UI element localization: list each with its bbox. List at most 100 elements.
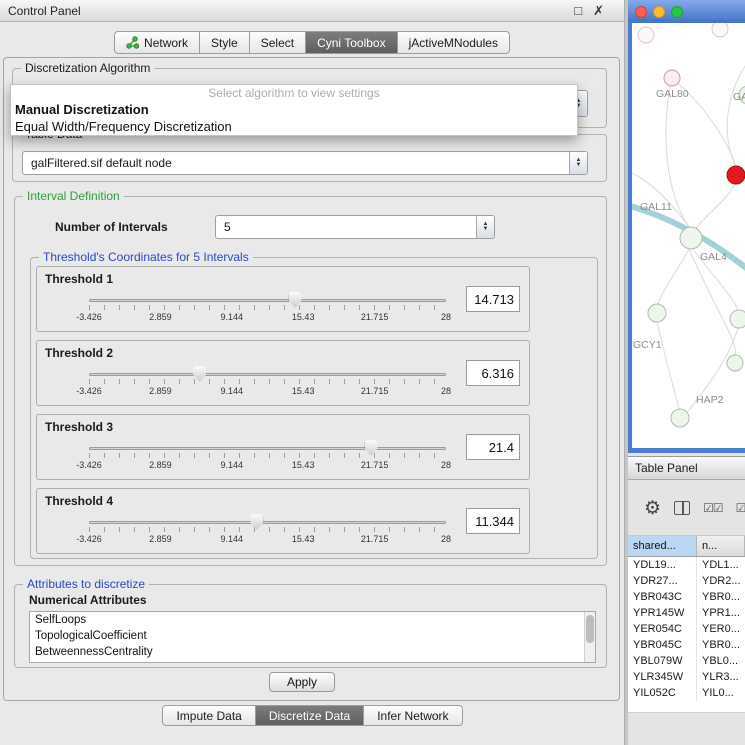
table-row[interactable]: YDR27...YDR2... — [628, 573, 745, 589]
network-icon — [126, 36, 139, 49]
node[interactable] — [730, 310, 745, 328]
tab-label: Cyni Toolbox — [317, 36, 385, 50]
column-header-name[interactable]: n... — [697, 536, 745, 556]
bottom-tab-bar: Impute Data Discretize Data Infer Networ… — [0, 705, 625, 726]
table-cell: YER054C — [628, 621, 697, 637]
table-toolbar: ⚙ ☑☑ ☑ — [628, 481, 745, 536]
threshold-slider[interactable]: -3.4262.8599.14415.4321.71528 — [89, 439, 446, 477]
table-cell: YBR0... — [697, 589, 745, 605]
tab-infer-network[interactable]: Infer Network — [364, 705, 462, 726]
float-window-icon[interactable]: □ — [574, 4, 582, 17]
node-gal4[interactable] — [680, 227, 702, 249]
table-row[interactable]: YBL079WYBL0... — [628, 653, 745, 669]
threshold-value-field[interactable]: 14.713 — [466, 286, 520, 312]
table-row[interactable]: YBR045CYBR0... — [628, 637, 745, 653]
slider-tick-label: 21.715 — [361, 534, 389, 544]
table-cell: YDL19... — [628, 557, 697, 573]
gear-icon[interactable]: ⚙ — [644, 499, 661, 518]
table-row[interactable]: YPR145WYPR1... — [628, 605, 745, 621]
table-row[interactable]: YIL052CYIL0... — [628, 685, 745, 701]
threshold-value-field[interactable]: 21.4 — [466, 434, 520, 460]
table-cell: YBR0... — [697, 637, 745, 653]
tab-label: Style — [211, 36, 238, 50]
slider-tick-label: 28 — [441, 386, 451, 396]
tab-network[interactable]: Network — [114, 31, 200, 54]
tab-jactivemnodules[interactable]: jActiveMNodules — [398, 31, 510, 54]
combobox-spinner-icon[interactable]: ▲ ▼ — [569, 152, 587, 174]
node-gcy1[interactable] — [648, 304, 666, 322]
node-selected-red[interactable] — [727, 166, 745, 184]
dropdown-option-manual-discretization[interactable]: Manual Discretization — [11, 101, 577, 118]
table-cell: YER0... — [697, 621, 745, 637]
slider-tick-label: 9.144 — [221, 386, 244, 396]
slider-tick-labels: -3.4262.8599.14415.4321.71528 — [89, 312, 446, 324]
combobox-value: galFiltered.sif default node — [23, 156, 569, 170]
select-columns-icon[interactable]: ☑ — [736, 501, 745, 515]
number-of-intervals-combobox[interactable]: 5 ▲ ▼ — [215, 215, 495, 239]
network-nodes[interactable] — [638, 23, 745, 427]
tab-discretize-data[interactable]: Discretize Data — [256, 705, 364, 726]
list-item[interactable]: SelfLoops — [30, 612, 595, 628]
slider-tick-labels: -3.4262.8599.14415.4321.71528 — [89, 386, 446, 398]
tab-label: jActiveMNodules — [409, 36, 498, 50]
node-label-gal4: GAL4 — [700, 251, 727, 263]
column-header-shared-name[interactable]: shared... — [628, 536, 697, 556]
tab-select[interactable]: Select — [250, 31, 306, 54]
attributes-list[interactable]: SelfLoops TopologicalCoefficient Between… — [29, 611, 596, 663]
table-row[interactable]: YER054CYER0... — [628, 621, 745, 637]
tab-impute-data[interactable]: Impute Data — [162, 705, 255, 726]
dropdown-option-equal-width-frequency[interactable]: Equal Width/Frequency Discretization — [11, 118, 577, 135]
threshold-slider[interactable]: -3.4262.8599.14415.4321.71528 — [89, 291, 446, 329]
node-gal80[interactable] — [664, 70, 680, 86]
zoom-button-icon[interactable] — [671, 6, 683, 18]
list-item[interactable]: BetweennessCentrality — [30, 644, 595, 660]
slider-tick-label: 21.715 — [361, 460, 389, 470]
tab-style[interactable]: Style — [200, 31, 250, 54]
list-scrollbar[interactable] — [584, 612, 595, 662]
tab-cyni-toolbox[interactable]: Cyni Toolbox — [306, 31, 397, 54]
node-label-clipped: GAL — [733, 91, 745, 103]
table-panel-titlebar[interactable]: Table Panel — [628, 456, 745, 480]
table-cell: YBL0... — [697, 653, 745, 669]
control-panel: Control Panel □ ✗ Network Style Select C… — [0, 0, 625, 745]
table-cell: YIL0... — [697, 685, 745, 701]
threshold-value-field[interactable]: 6.316 — [466, 360, 520, 386]
table-cell: YLR3... — [697, 669, 745, 685]
slider-tick-label: 9.144 — [221, 460, 244, 470]
node-label-hap2: HAP2 — [696, 394, 724, 406]
list-item[interactable]: TopologicalCoefficient — [30, 628, 595, 644]
node[interactable] — [638, 27, 654, 43]
scrollbar-thumb[interactable] — [586, 615, 594, 643]
minimize-button-icon[interactable] — [653, 6, 665, 18]
table-header: shared... n... — [628, 536, 745, 557]
threshold-label: Threshold 3 — [45, 420, 113, 434]
table-row[interactable]: YBR043CYBR0... — [628, 589, 745, 605]
slider-tick-label: 15.43 — [292, 386, 315, 396]
close-window-icon[interactable]: ✗ — [593, 4, 604, 17]
table-row[interactable]: YDL19...YDL1... — [628, 557, 745, 573]
node-label-gal80: GAL80 — [656, 88, 689, 100]
select-all-columns-icon[interactable]: ☑☑ — [703, 501, 723, 515]
group-title: Interval Definition — [23, 189, 124, 203]
table-cell: YDL1... — [697, 557, 745, 573]
table-row[interactable]: YLR345WYLR3... — [628, 669, 745, 685]
node[interactable] — [712, 23, 728, 37]
slider-tick-label: 15.43 — [292, 534, 315, 544]
table-cell: YBL079W — [628, 653, 697, 669]
node-hap2[interactable] — [671, 409, 689, 427]
network-canvas[interactable]: GAL80 GAL11 GAL4 GCY1 HAP2 GAL — [632, 23, 745, 448]
node[interactable] — [727, 355, 743, 371]
combobox-spinner-icon[interactable]: ▲ ▼ — [476, 216, 494, 238]
threshold-value-field[interactable]: 11.344 — [466, 508, 520, 534]
threshold-slider[interactable]: -3.4262.8599.14415.4321.71528 — [89, 365, 446, 403]
close-button-icon[interactable] — [635, 6, 647, 18]
threshold-slider[interactable]: -3.4262.8599.14415.4321.71528 — [89, 513, 446, 551]
table-cell: YPR1... — [697, 605, 745, 621]
columns-icon[interactable] — [674, 501, 690, 515]
table-data-combobox[interactable]: galFiltered.sif default node ▲ ▼ — [22, 151, 588, 175]
dropdown-placeholder-item[interactable]: Select algorithm to view settings — [11, 85, 577, 101]
right-panel: GAL80 GAL11 GAL4 GCY1 HAP2 GAL Table Pan… — [628, 0, 745, 745]
slider-track — [89, 373, 446, 376]
apply-button[interactable]: Apply — [269, 672, 335, 692]
numerical-attributes-label: Numerical Attributes — [29, 593, 147, 607]
